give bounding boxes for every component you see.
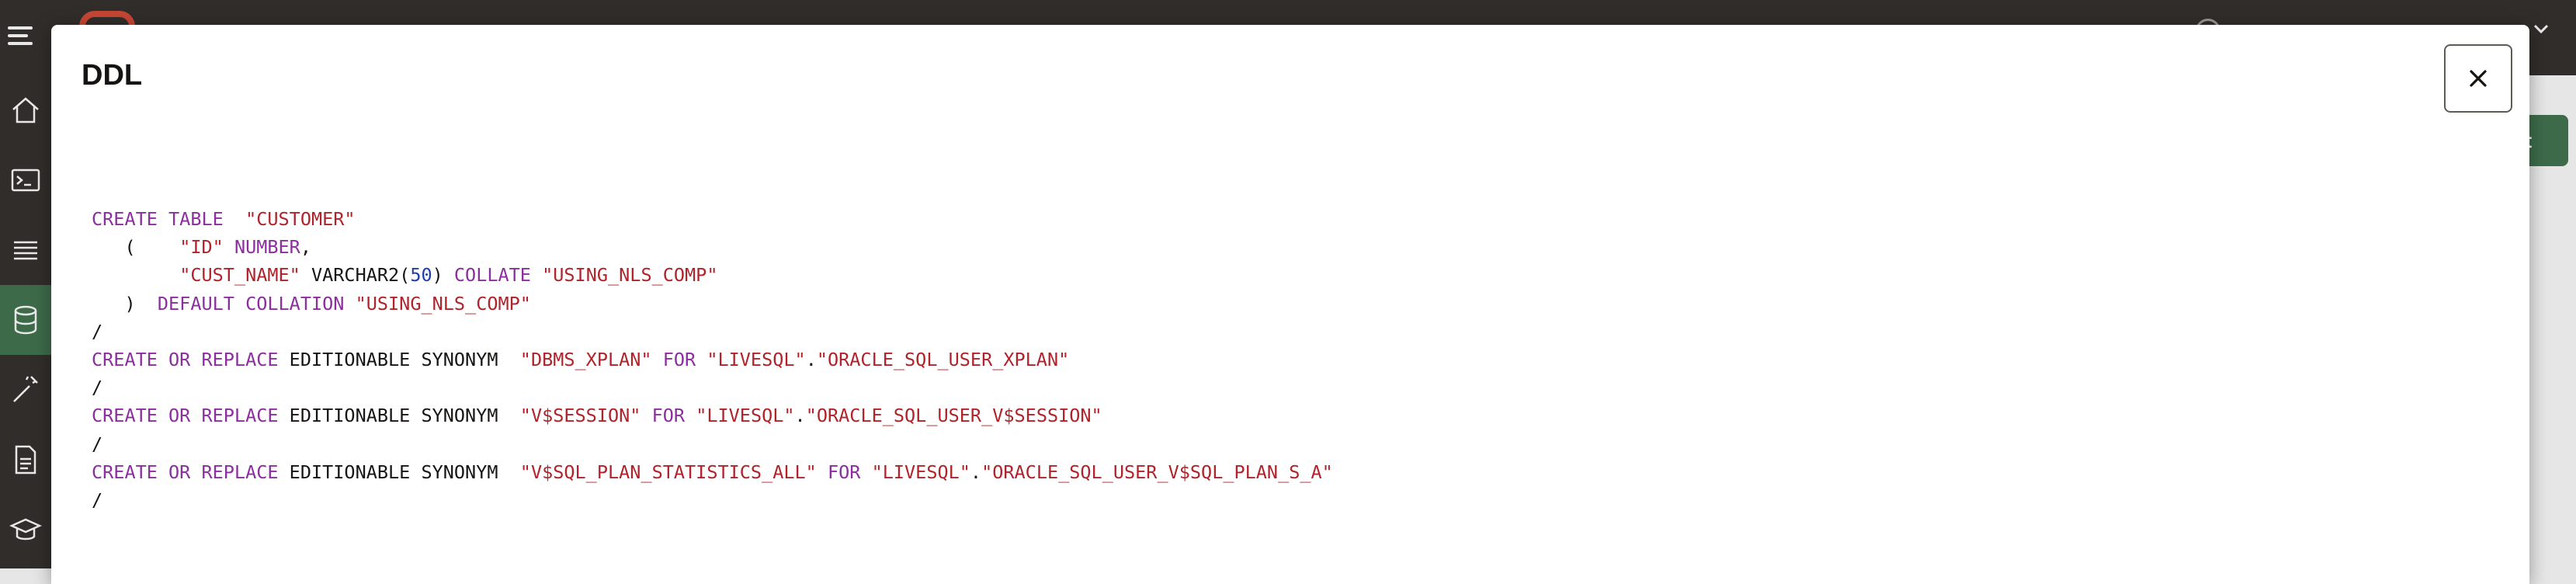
code-token: . xyxy=(794,405,806,427)
sidebar-item-sql-worksheet[interactable] xyxy=(0,145,51,215)
code-line: CREATE OR REPLACE EDITIONABLE SYNONYM "D… xyxy=(92,346,1333,374)
code-token: "LIVESQL" xyxy=(696,405,795,427)
sidebar-nav xyxy=(0,75,51,568)
code-token: EDITIONABLE SYNONYM xyxy=(278,461,520,483)
code-token: . xyxy=(970,461,982,483)
sidebar-item-database[interactable] xyxy=(0,285,51,355)
code-token: CREATE TABLE xyxy=(92,208,224,230)
code-token: ) xyxy=(92,292,158,315)
code-token: / xyxy=(92,433,103,455)
close-button[interactable] xyxy=(2444,44,2512,113)
code-token: . xyxy=(805,349,817,371)
code-token: FOR xyxy=(651,405,686,427)
code-token: "ORACLE_SQL_USER_V$SQL_PLAN_S_A" xyxy=(981,461,1333,483)
code-token: "ORACLE_SQL_USER_V$SESSION" xyxy=(805,405,1102,427)
sidebar-item-list[interactable] xyxy=(0,215,51,285)
code-token: "USING_NLS_COMP" xyxy=(542,264,718,287)
database-icon xyxy=(14,305,37,335)
ddl-code-block: CREATE TABLE "CUSTOMER" ( "ID" NUMBER, "… xyxy=(92,205,1333,514)
ddl-dialog: DDL CREATE TABLE "CUSTOMER" ( "ID" NUMBE… xyxy=(51,25,2529,584)
code-line: CREATE OR REPLACE EDITIONABLE SYNONYM "V… xyxy=(92,402,1333,429)
document-icon xyxy=(15,445,36,474)
code-line: CREATE TABLE "CUSTOMER" xyxy=(92,205,1333,233)
code-line: ) DEFAULT COLLATION "USING_NLS_COMP" xyxy=(92,290,1333,318)
code-line: / xyxy=(92,486,1333,514)
code-token: COLLATE xyxy=(453,264,531,287)
code-token: "CUSTOMER" xyxy=(245,208,356,230)
code-token: "ID" xyxy=(179,236,224,259)
code-line: CREATE OR REPLACE EDITIONABLE SYNONYM "V… xyxy=(92,458,1333,486)
home-icon xyxy=(12,97,39,123)
terminal-icon xyxy=(11,169,40,192)
code-token: ( xyxy=(92,236,180,259)
code-token: CREATE OR REPLACE xyxy=(92,461,279,483)
code-token: FOR xyxy=(662,349,696,371)
code-token: CREATE OR REPLACE xyxy=(92,349,279,371)
sidebar-item-documents[interactable] xyxy=(0,425,51,495)
code-token: , xyxy=(300,236,311,259)
code-line: / xyxy=(92,430,1333,458)
code-line: / xyxy=(92,318,1333,346)
code-token: "LIVESQL" xyxy=(706,349,806,371)
code-token: "DBMS_XPLAN" xyxy=(519,349,652,371)
code-token: "LIVESQL" xyxy=(871,461,970,483)
magic-wand-icon xyxy=(13,376,38,402)
code-token: / xyxy=(92,489,103,512)
code-token: NUMBER xyxy=(234,236,300,259)
close-icon xyxy=(2470,70,2487,87)
sidebar-item-learn[interactable] xyxy=(0,495,51,565)
code-token: / xyxy=(92,320,103,342)
code-token: DEFAULT COLLATION xyxy=(157,292,345,315)
code-token: 50 xyxy=(410,264,432,287)
code-token: FOR xyxy=(827,461,861,483)
code-token: "V$SQL_PLAN_STATISTICS_ALL" xyxy=(519,461,817,483)
code-token: "USING_NLS_COMP" xyxy=(355,292,531,315)
list-icon xyxy=(14,241,37,260)
graduation-cap-icon xyxy=(9,518,42,541)
code-token: "CUST_NAME" xyxy=(179,264,300,287)
code-line: "CUST_NAME" VARCHAR2(50) COLLATE "USING_… xyxy=(92,261,1333,289)
code-token: EDITIONABLE SYNONYM xyxy=(278,349,520,371)
code-token: VARCHAR2( xyxy=(300,264,411,287)
hamburger-menu-icon[interactable] xyxy=(8,22,39,53)
code-token: "ORACLE_SQL_USER_XPLAN" xyxy=(816,349,1070,371)
code-line: ( "ID" NUMBER, xyxy=(92,233,1333,261)
code-token: EDITIONABLE SYNONYM xyxy=(278,405,520,427)
dialog-title: DDL xyxy=(82,59,143,92)
code-token: CREATE OR REPLACE xyxy=(92,405,279,427)
code-line: / xyxy=(92,374,1333,402)
code-token: ) xyxy=(432,264,454,287)
sidebar-item-tools[interactable] xyxy=(0,355,51,425)
code-token: "V$SESSION" xyxy=(519,405,641,427)
chevron-down-icon[interactable] xyxy=(2533,20,2550,37)
sidebar-item-home[interactable] xyxy=(0,75,51,145)
code-token: / xyxy=(92,377,103,399)
